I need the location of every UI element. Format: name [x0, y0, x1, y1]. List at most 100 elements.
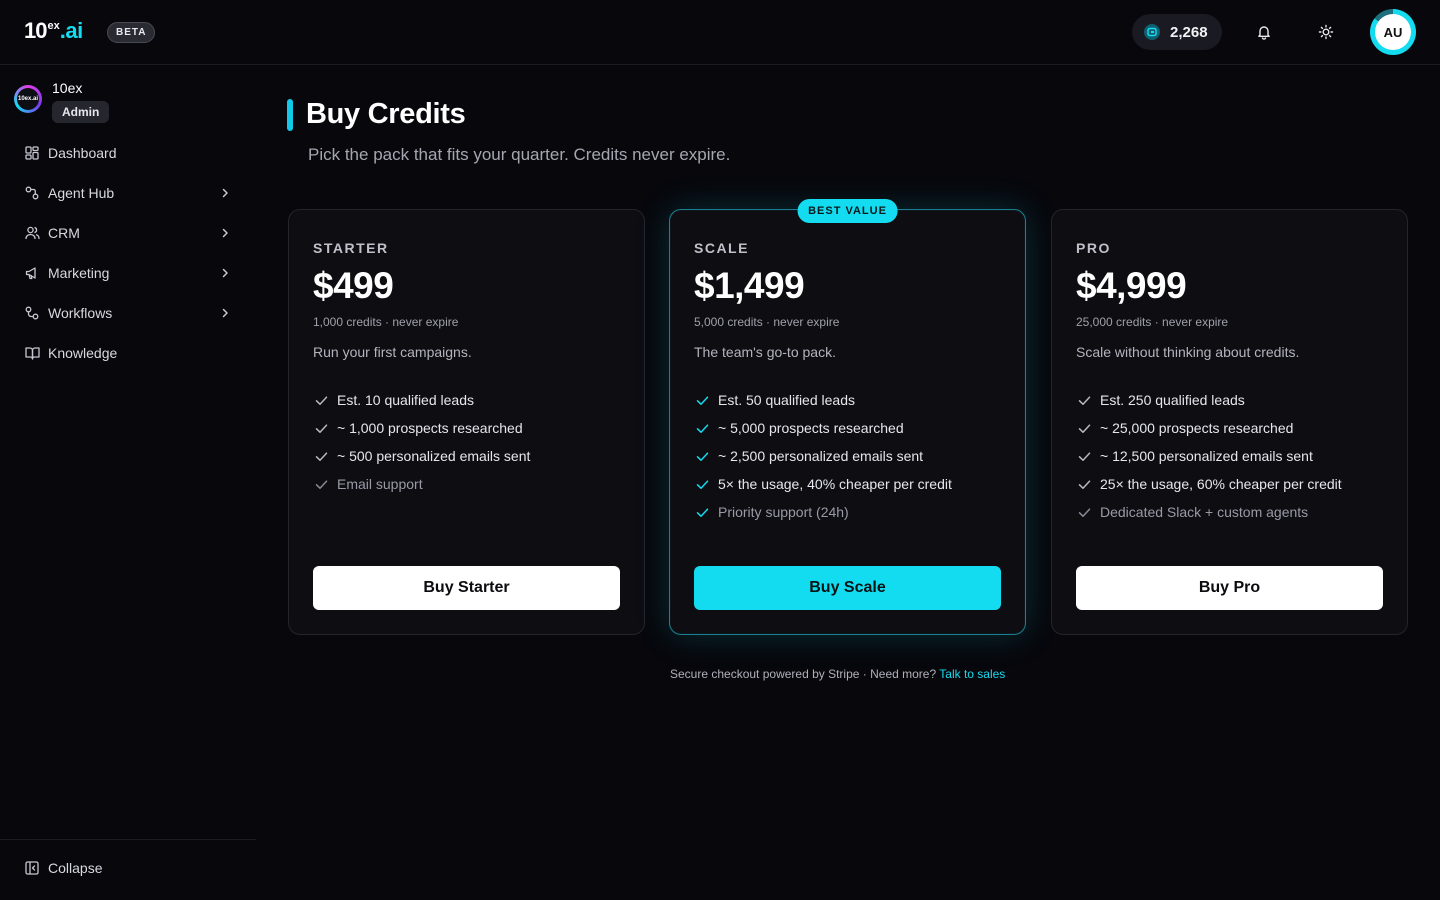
feature-list: Est. 10 qualified leads ~ 1,000 prospect…	[313, 386, 530, 498]
feature-item: ~ 2,500 personalized emails sent	[694, 442, 952, 470]
plan-price: $4,999	[1076, 265, 1187, 306]
check-icon	[313, 476, 329, 492]
plan-price: $1,499	[694, 265, 805, 306]
check-icon	[694, 504, 710, 520]
feature-item: Est. 10 qualified leads	[313, 386, 530, 414]
top-bar: 10 ex .ai BETA 2,268 AU	[0, 0, 1440, 65]
feature-item: ~ 12,500 personalized emails sent	[1076, 442, 1342, 470]
checkout-footer: Secure checkout powered by Stripe · Need…	[670, 667, 1005, 681]
feature-item: Est. 250 qualified leads	[1076, 386, 1342, 414]
org-logo-text: 10ex.ai	[17, 88, 39, 110]
check-icon	[313, 392, 329, 408]
users-icon	[24, 225, 40, 241]
check-icon	[1076, 392, 1092, 408]
check-icon	[694, 420, 710, 436]
feature-item: Est. 50 qualified leads	[694, 386, 952, 414]
sidebar-item-label: Workflows	[48, 305, 113, 321]
collapse-label: Collapse	[48, 860, 103, 876]
feature-text: Est. 250 qualified leads	[1100, 392, 1245, 408]
sidebar-item-agent-hub[interactable]: Agent Hub	[0, 173, 256, 213]
credits-icon	[1144, 24, 1160, 40]
credits-balance-value: 2,268	[1170, 23, 1208, 41]
feature-item: 5× the usage, 40% cheaper per credit	[694, 470, 952, 498]
page-title: Buy Credits	[306, 98, 466, 130]
logo-suffix: .ai	[59, 18, 83, 43]
buy-starter-button[interactable]: Buy Starter	[313, 566, 620, 610]
bell-icon[interactable]	[1254, 22, 1274, 42]
org-switcher[interactable]: 10ex.ai 10ex Admin	[14, 80, 110, 123]
plan-tagline: Run your first campaigns.	[313, 344, 472, 360]
feature-text: ~ 1,000 prospects researched	[337, 420, 523, 436]
feature-text: ~ 5,000 prospects researched	[718, 420, 904, 436]
sidebar-item-dashboard[interactable]: Dashboard	[0, 133, 256, 173]
feature-text: Email support	[337, 476, 423, 492]
check-icon	[694, 476, 710, 492]
plan-card-scale: BEST VALUE SCALE $1,499 5,000 credits · …	[669, 199, 1026, 635]
feature-text: 5× the usage, 40% cheaper per credit	[718, 476, 952, 492]
plan-credits: 25,000 credits · never expire	[1076, 315, 1229, 329]
feature-text: ~ 12,500 personalized emails sent	[1100, 448, 1313, 464]
feature-text: Priority support (24h)	[718, 504, 849, 520]
sidebar-item-knowledge[interactable]: Knowledge	[0, 333, 256, 373]
sidebar-item-workflows[interactable]: Workflows	[0, 293, 256, 333]
credits-balance-button[interactable]: 2,268	[1132, 14, 1222, 50]
feature-item: ~ 1,000 prospects researched	[313, 414, 530, 442]
feature-text: ~ 2,500 personalized emails sent	[718, 448, 924, 464]
check-icon	[1076, 504, 1092, 520]
feature-text: 25× the usage, 60% cheaper per credit	[1100, 476, 1342, 492]
check-icon	[694, 448, 710, 464]
role-badge: Admin	[52, 101, 110, 123]
check-icon	[1076, 420, 1092, 436]
book-icon	[24, 345, 40, 361]
beta-badge: BETA	[107, 22, 156, 43]
feature-list: Est. 50 qualified leads ~ 5,000 prospect…	[694, 386, 952, 526]
chevron-right-icon	[217, 265, 233, 281]
check-icon	[1076, 476, 1092, 492]
feature-item: ~ 25,000 prospects researched	[1076, 414, 1342, 442]
plan-tier: PRO	[1076, 240, 1111, 256]
feature-text: Est. 50 qualified leads	[718, 392, 855, 408]
logo-main: 10	[24, 18, 48, 43]
logo-sup: ex	[47, 20, 60, 32]
title-accent-bar	[287, 99, 293, 131]
user-avatar-button[interactable]: AU	[1370, 9, 1416, 55]
sidebar-item-marketing[interactable]: Marketing	[0, 253, 256, 293]
feature-text: ~ 500 personalized emails sent	[337, 448, 531, 464]
sidebar-item-crm[interactable]: CRM	[0, 213, 256, 253]
plan-tagline: Scale without thinking about credits.	[1076, 344, 1300, 360]
plan-card-starter: STARTER $499 1,000 credits · never expir…	[288, 209, 645, 635]
check-icon	[313, 448, 329, 464]
plan-credits: 1,000 credits · never expire	[313, 315, 459, 329]
brand-logo[interactable]: 10 ex .ai	[24, 18, 83, 44]
plan-tier: SCALE	[694, 240, 749, 256]
sidebar-item-label: Agent Hub	[48, 185, 115, 201]
buy-scale-button[interactable]: Buy Scale	[694, 566, 1001, 610]
feature-list: Est. 250 qualified leads ~ 25,000 prospe…	[1076, 386, 1342, 526]
feature-item: ~ 5,000 prospects researched	[694, 414, 952, 442]
org-name: 10ex	[52, 80, 83, 96]
collapse-sidebar-button[interactable]: Collapse	[24, 860, 102, 876]
feature-item: ~ 500 personalized emails sent	[313, 442, 530, 470]
avatar: AU	[1375, 14, 1411, 50]
buy-pro-button[interactable]: Buy Pro	[1076, 566, 1383, 610]
plan-card-pro: PRO $4,999 25,000 credits · never expire…	[1051, 209, 1408, 635]
sun-icon[interactable]	[1316, 22, 1336, 42]
chevron-right-icon	[217, 225, 233, 241]
feature-text: ~ 25,000 prospects researched	[1100, 420, 1294, 436]
panel-collapse-icon	[24, 860, 40, 876]
talk-to-sales-link[interactable]: Talk to sales	[939, 667, 1005, 681]
page-subtitle: Pick the pack that fits your quarter. Cr…	[308, 145, 731, 164]
best-value-badge: BEST VALUE	[797, 199, 898, 223]
sidebar-item-label: CRM	[48, 225, 80, 241]
sidebar-item-label: Dashboard	[48, 145, 117, 161]
megaphone-icon	[24, 265, 40, 281]
grid-icon	[24, 145, 40, 161]
chevron-right-icon	[217, 185, 233, 201]
feature-item: Email support	[313, 470, 530, 498]
plan-price: $499	[313, 265, 394, 306]
plan-credits: 5,000 credits · never expire	[694, 315, 840, 329]
feature-item: 25× the usage, 60% cheaper per credit	[1076, 470, 1342, 498]
check-icon	[1076, 448, 1092, 464]
sidebar-item-label: Marketing	[48, 265, 110, 281]
sidebar-divider	[0, 839, 256, 840]
